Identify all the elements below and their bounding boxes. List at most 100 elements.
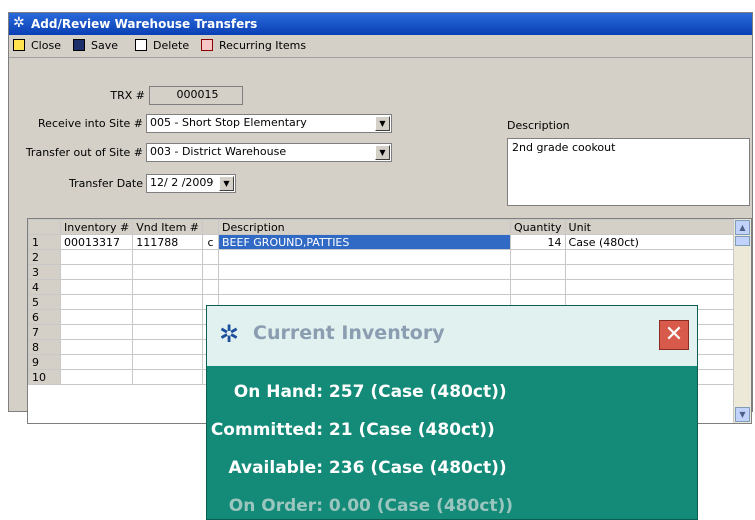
unit-cell[interactable] bbox=[564, 279, 740, 295]
delete-button-label: Delete bbox=[153, 39, 190, 52]
receive-site-select[interactable]: 005 - Short Stop Elementary ▼ bbox=[146, 114, 392, 133]
save-button[interactable]: Save bbox=[73, 38, 118, 54]
vnd-item-cell[interactable] bbox=[132, 279, 203, 295]
vnd-item-cell[interactable]: 111788 bbox=[132, 234, 203, 250]
transfer-out-site-value: 003 - District Warehouse bbox=[150, 145, 287, 158]
vnd-item-cell[interactable] bbox=[132, 294, 203, 310]
floppy-disk-icon bbox=[73, 39, 85, 51]
row-number: 9 bbox=[28, 354, 61, 370]
quantity-cell[interactable] bbox=[510, 264, 566, 280]
close-button[interactable]: Close bbox=[13, 38, 61, 54]
table-row[interactable]: 3 bbox=[28, 264, 740, 280]
inventory-cell[interactable] bbox=[59, 279, 134, 295]
vnd-item-cell[interactable] bbox=[132, 369, 203, 385]
available-value: 236 (Case (480ct)) bbox=[328, 458, 507, 478]
vnd-item-cell[interactable] bbox=[132, 324, 203, 340]
on-order-line: On Order: 0.00 (Case (480ct)) bbox=[219, 496, 687, 516]
unit-cell[interactable] bbox=[564, 264, 740, 280]
inventory-cell[interactable] bbox=[59, 324, 134, 340]
description-cell[interactable]: BEEF GROUND,PATTIES bbox=[218, 234, 511, 250]
close-icon bbox=[13, 39, 25, 51]
on-hand-value: 257 (Case (480ct)) bbox=[328, 382, 507, 402]
inventory-cell[interactable] bbox=[59, 339, 134, 355]
description-cell[interactable] bbox=[218, 264, 511, 280]
on-order-value: 0.00 (Case (480ct)) bbox=[328, 496, 514, 516]
save-button-label: Save bbox=[91, 39, 119, 52]
inventory-cell[interactable] bbox=[59, 309, 134, 325]
transfer-date-value: 12/ 2 /2009 bbox=[150, 176, 214, 189]
scroll-down-icon[interactable]: ▼ bbox=[735, 407, 750, 422]
flag-cell[interactable]: c bbox=[202, 234, 219, 250]
receive-site-label: Receive into Site # bbox=[38, 117, 143, 130]
grid-header-inventory[interactable]: Inventory # bbox=[59, 219, 134, 235]
flag-cell[interactable] bbox=[202, 264, 219, 280]
recurring-items-icon bbox=[201, 39, 213, 51]
transfer-out-site-select[interactable]: 003 - District Warehouse ▼ bbox=[146, 143, 392, 162]
delete-icon bbox=[135, 39, 147, 51]
on-hand-line: On Hand: 257 (Case (480ct)) bbox=[219, 382, 687, 402]
available-label: Available: bbox=[228, 458, 323, 478]
row-number: 4 bbox=[28, 279, 61, 295]
description-cell[interactable] bbox=[218, 249, 511, 265]
committed-value: 21 (Case (480ct)) bbox=[328, 420, 495, 440]
inventory-cell[interactable]: 00013317 bbox=[59, 234, 134, 250]
scroll-up-icon[interactable]: ▲ bbox=[735, 220, 750, 235]
transfer-out-site-label: Transfer out of Site # bbox=[25, 146, 143, 159]
vnd-item-cell[interactable] bbox=[132, 249, 203, 265]
vnd-item-cell[interactable] bbox=[132, 354, 203, 370]
flag-cell[interactable] bbox=[202, 249, 219, 265]
close-icon[interactable]: ✕ bbox=[659, 320, 689, 350]
row-number: 3 bbox=[28, 264, 61, 280]
chevron-down-icon[interactable]: ▼ bbox=[219, 176, 234, 191]
grid-vertical-scrollbar[interactable]: ▲ ▼ bbox=[733, 219, 751, 423]
flag-cell[interactable] bbox=[202, 279, 219, 295]
current-inventory-popup: ✲ Current Inventory ✕ On Hand: 257 (Case… bbox=[206, 305, 698, 520]
chevron-down-icon[interactable]: ▼ bbox=[375, 116, 390, 131]
inventory-cell[interactable] bbox=[59, 294, 134, 310]
scroll-thumb[interactable] bbox=[735, 236, 750, 246]
table-row[interactable]: 2 bbox=[28, 249, 740, 265]
popup-titlebar: ✲ Current Inventory ✕ bbox=[207, 306, 697, 366]
inventory-cell[interactable] bbox=[59, 249, 134, 265]
grid-header-quantity[interactable]: Quantity bbox=[510, 219, 566, 235]
description-cell[interactable] bbox=[218, 279, 511, 295]
quantity-cell[interactable] bbox=[510, 249, 566, 265]
recurring-items-button[interactable]: Recurring Items bbox=[201, 38, 306, 54]
vnd-item-cell[interactable] bbox=[132, 339, 203, 355]
grid-header-vnd-item[interactable]: Vnd Item # bbox=[132, 219, 203, 235]
chevron-down-icon[interactable]: ▼ bbox=[375, 145, 390, 160]
row-number: 6 bbox=[28, 309, 61, 325]
row-number: 5 bbox=[28, 294, 61, 310]
on-order-label: On Order: bbox=[228, 496, 323, 516]
row-number: 2 bbox=[28, 249, 61, 265]
window-title: Add/Review Warehouse Transfers bbox=[31, 17, 258, 31]
inventory-cell[interactable] bbox=[59, 264, 134, 280]
quantity-cell[interactable] bbox=[510, 279, 566, 295]
description-textarea[interactable]: 2nd grade cookout bbox=[507, 138, 750, 206]
grid-header-row: Inventory # Vnd Item # Description Quant… bbox=[28, 219, 740, 235]
trx-field: 000015 bbox=[149, 86, 243, 105]
row-number: 8 bbox=[28, 339, 61, 355]
receive-site-value: 005 - Short Stop Elementary bbox=[150, 116, 307, 129]
trx-label: TRX # bbox=[110, 89, 145, 102]
inventory-cell[interactable] bbox=[59, 354, 134, 370]
vnd-item-cell[interactable] bbox=[132, 309, 203, 325]
available-line: Available: 236 (Case (480ct)) bbox=[219, 458, 687, 478]
unit-cell[interactable] bbox=[564, 249, 740, 265]
delete-button[interactable]: Delete bbox=[135, 38, 189, 54]
table-row[interactable]: 4 bbox=[28, 279, 740, 295]
grid-header-description[interactable]: Description bbox=[218, 219, 511, 235]
table-row[interactable]: 1 00013317 111788 c BEEF GROUND,PATTIES … bbox=[28, 234, 740, 250]
window-titlebar: ✲ Add/Review Warehouse Transfers bbox=[9, 13, 752, 35]
transfer-date-label: Transfer Date bbox=[68, 177, 143, 190]
row-number: 7 bbox=[28, 324, 61, 340]
grid-header-flag[interactable] bbox=[202, 219, 219, 235]
vnd-item-cell[interactable] bbox=[132, 264, 203, 280]
app-icon: ✲ bbox=[13, 15, 25, 31]
close-button-label: Close bbox=[31, 39, 61, 52]
grid-header-unit[interactable]: Unit bbox=[564, 219, 740, 235]
unit-cell[interactable]: Case (480ct) bbox=[564, 234, 740, 250]
quantity-cell[interactable]: 14 bbox=[510, 234, 566, 250]
inventory-cell[interactable] bbox=[59, 369, 134, 385]
transfer-date-picker[interactable]: 12/ 2 /2009 ▼ bbox=[146, 174, 236, 193]
